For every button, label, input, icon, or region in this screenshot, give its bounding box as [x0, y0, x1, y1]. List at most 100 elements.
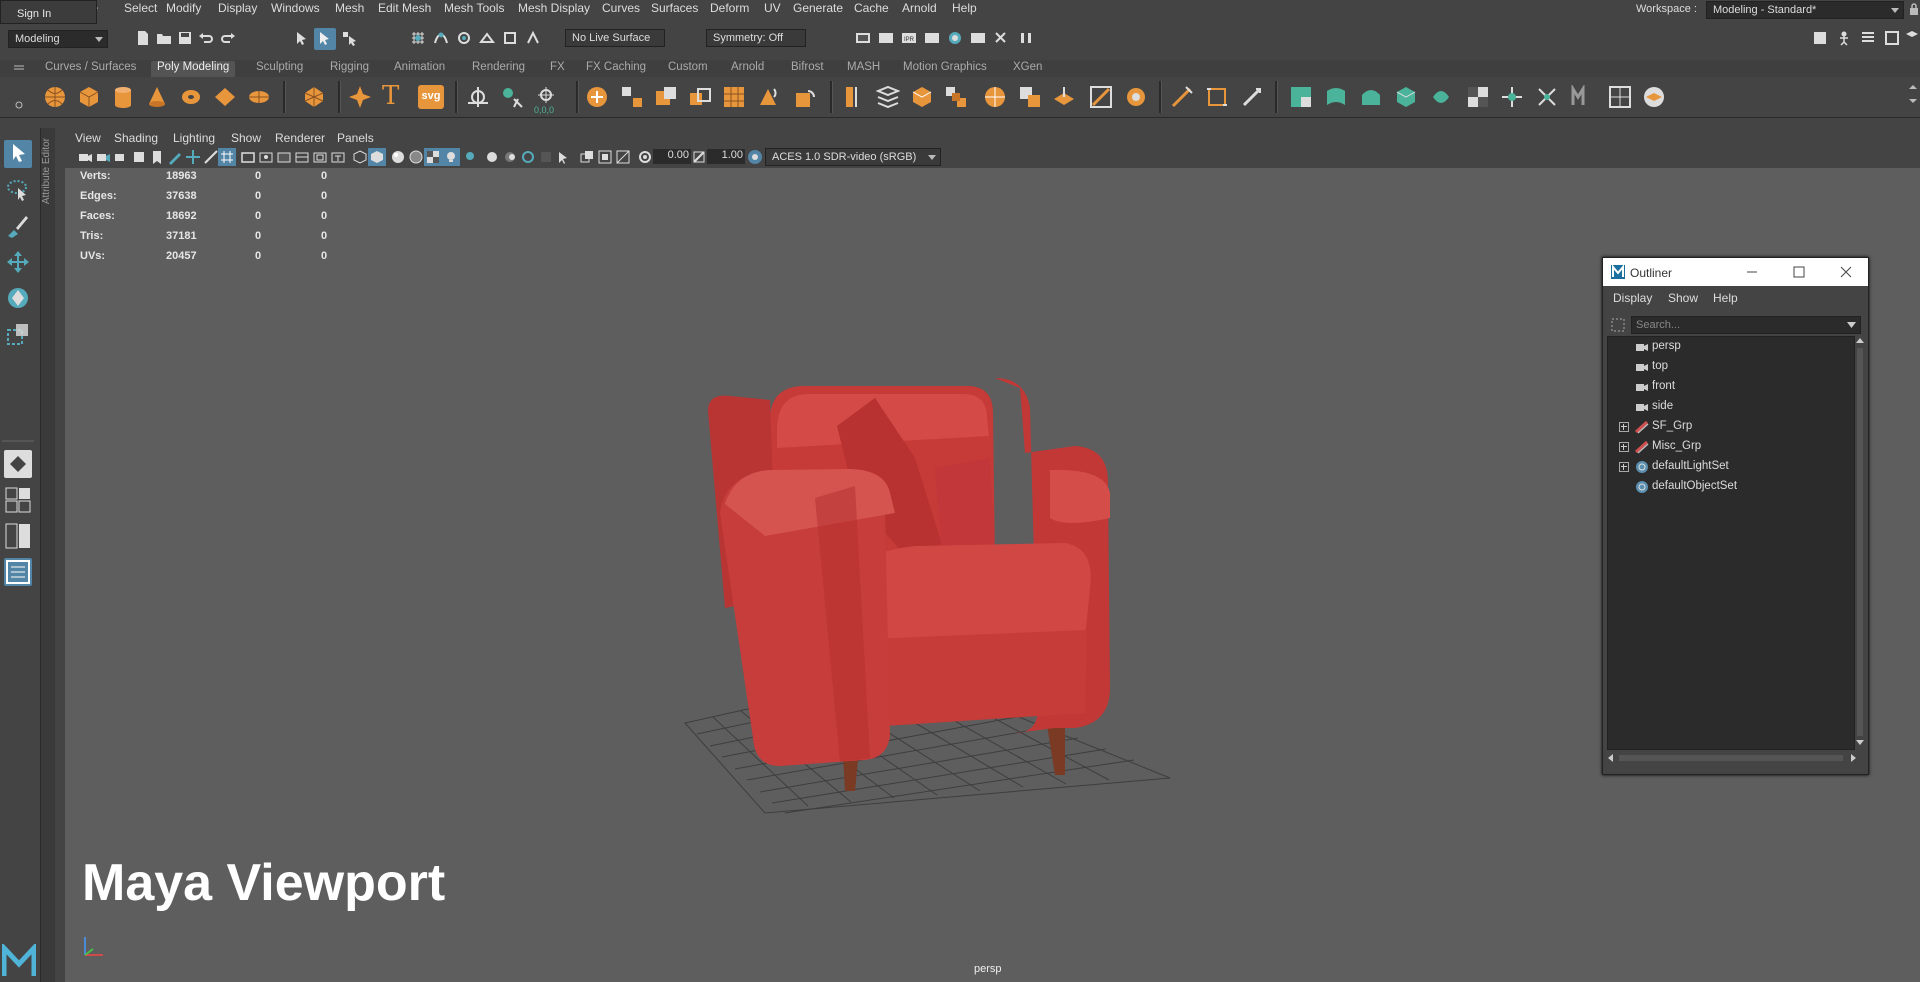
arnold-ipr-icon[interactable] — [993, 30, 1009, 46]
poly-cylinder-icon[interactable] — [111, 85, 135, 109]
tool-settings-icon[interactable] — [1884, 30, 1900, 46]
sign-in-button[interactable]: Sign In — [0, 0, 97, 24]
poly-torus-icon[interactable] — [179, 85, 203, 109]
menu-curves[interactable]: Curves — [602, 1, 640, 15]
snap-surface-icon[interactable] — [502, 30, 518, 46]
panel-menu-show[interactable]: Show — [231, 131, 261, 145]
menu-mesh-tools[interactable]: Mesh Tools — [444, 1, 504, 15]
menu-surfaces[interactable]: Surfaces — [651, 1, 698, 15]
outliner-item-side[interactable]: side — [1608, 397, 1854, 417]
poly-cone-icon[interactable] — [145, 85, 169, 109]
textured-toggle[interactable] — [424, 148, 442, 166]
snap-grid-icon[interactable] — [410, 30, 426, 46]
menu-arnold[interactable]: Arnold — [902, 1, 937, 15]
outliner-item-misc-grp[interactable]: Misc_Grp — [1608, 437, 1854, 457]
tab-fx-caching[interactable]: FX Caching — [586, 61, 646, 77]
scale-tool[interactable] — [4, 320, 32, 348]
outliner-layout[interactable] — [4, 558, 32, 586]
uv-grid-icon[interactable] — [1608, 85, 1632, 109]
menu-display[interactable]: Display — [218, 1, 257, 15]
undo-icon[interactable] — [198, 30, 214, 46]
gamma-icon[interactable] — [691, 149, 707, 165]
field-chart-icon[interactable] — [294, 149, 310, 165]
sweep-mesh-icon[interactable] — [466, 85, 490, 109]
tab-animation[interactable]: Animation — [394, 61, 445, 77]
wireframe-on-shaded-icon[interactable] — [408, 149, 424, 165]
safe-action-icon[interactable] — [312, 149, 328, 165]
maximize-icon[interactable] — [1790, 263, 1808, 281]
panel-menu-panels[interactable]: Panels — [337, 131, 374, 145]
extrude-icon[interactable] — [1052, 85, 1076, 109]
uv-layout-icon[interactable] — [1089, 85, 1113, 109]
type-tool-icon[interactable]: T — [382, 81, 406, 111]
gate-mask-icon[interactable] — [276, 149, 292, 165]
select-hierarchy-icon[interactable] — [294, 30, 310, 46]
symmetry-dropdown[interactable]: Symmetry: Off — [706, 29, 806, 47]
shelf-menu-icon[interactable] — [14, 65, 24, 73]
pivot-icon[interactable] — [500, 85, 524, 109]
ipr-render-icon[interactable]: IPR — [901, 30, 917, 46]
default-material-icon[interactable] — [390, 149, 406, 165]
poly-disc-icon[interactable] — [247, 85, 271, 109]
outliner-horizontal-scrollbar[interactable] — [1607, 752, 1857, 762]
panel-menu-shading[interactable]: Shading — [114, 131, 158, 145]
panel-menu-lighting[interactable]: Lighting — [173, 131, 215, 145]
xray-components-icon[interactable] — [615, 149, 631, 165]
select-object-mode[interactable] — [314, 28, 336, 50]
live-surface-field[interactable]: No Live Surface — [565, 29, 665, 47]
snap-point-icon[interactable] — [456, 30, 472, 46]
menu-modify[interactable]: Modify — [166, 1, 201, 15]
select-camera-icon[interactable] — [77, 149, 93, 165]
panel-menu-renderer[interactable]: Renderer — [275, 131, 325, 145]
poly-cube-icon[interactable] — [77, 85, 101, 109]
save-scene-icon[interactable] — [177, 30, 193, 46]
combine-icon[interactable] — [585, 85, 609, 109]
outliner-item-front[interactable]: front — [1608, 377, 1854, 397]
outliner-titlebar[interactable]: Outliner — [1603, 258, 1868, 286]
outliner-menu-display[interactable]: Display — [1613, 291, 1652, 305]
outliner-item-sf-grp[interactable]: SF_Grp — [1608, 417, 1854, 437]
render-frame-icon[interactable] — [878, 30, 894, 46]
tab-motion-graphics[interactable]: Motion Graphics — [903, 61, 987, 77]
modeling-toolkit-icon[interactable] — [1812, 30, 1828, 46]
shelf-options-icon[interactable] — [14, 81, 24, 111]
motion-blur-icon[interactable] — [502, 149, 518, 165]
select-component-icon[interactable] — [341, 30, 357, 46]
expand-icon[interactable] — [1619, 422, 1629, 432]
insert-edge-icon[interactable] — [1018, 85, 1042, 109]
poly-plane-icon[interactable] — [213, 85, 237, 109]
render-settings-icon[interactable] — [924, 30, 940, 46]
xray-joints-icon[interactable] — [597, 149, 613, 165]
hypershade-icon[interactable] — [947, 30, 963, 46]
pause-icon[interactable] — [1018, 30, 1034, 46]
expand-icon[interactable] — [1619, 462, 1629, 472]
outliner-search-field[interactable]: Search... — [1631, 316, 1861, 334]
minimize-icon[interactable] — [1743, 263, 1761, 281]
tab-curves-surfaces[interactable]: Curves / Surfaces — [45, 61, 136, 77]
tab-custom[interactable]: Custom — [668, 61, 708, 77]
outliner-item-default-object-set[interactable]: defaultObjectSet — [1608, 477, 1854, 497]
extract-icon[interactable] — [654, 85, 678, 109]
screen-space-ao-icon[interactable] — [484, 149, 500, 165]
maya-m-icon[interactable] — [1571, 85, 1595, 109]
menu-uv[interactable]: UV — [764, 1, 781, 15]
tab-bifrost[interactable]: Bifrost — [791, 61, 824, 77]
outliner-vertical-scrollbar[interactable] — [1855, 336, 1865, 748]
menu-cache[interactable]: Cache — [854, 1, 889, 15]
color-management-icon[interactable] — [747, 149, 763, 165]
tab-xgen[interactable]: XGen — [1013, 61, 1042, 77]
mirror-icon[interactable] — [842, 85, 866, 109]
multi-cut-icon[interactable] — [1170, 85, 1194, 109]
shadows-icon[interactable] — [462, 149, 478, 165]
camera-lock-icon[interactable] — [131, 149, 147, 165]
lights-toggle[interactable] — [442, 148, 460, 166]
menu-help[interactable]: Help — [952, 1, 977, 15]
filter-icon[interactable] — [1611, 318, 1625, 332]
wireframe-toggle[interactable] — [218, 148, 236, 166]
gamma-field[interactable]: 1.00 — [707, 149, 745, 164]
close-icon[interactable] — [1837, 263, 1855, 281]
planar-map-icon[interactable] — [1289, 85, 1313, 109]
target-weld-icon[interactable] — [1205, 85, 1229, 109]
outliner-item-persp[interactable]: persp — [1608, 337, 1854, 357]
outliner-menu-show[interactable]: Show — [1668, 291, 1698, 305]
